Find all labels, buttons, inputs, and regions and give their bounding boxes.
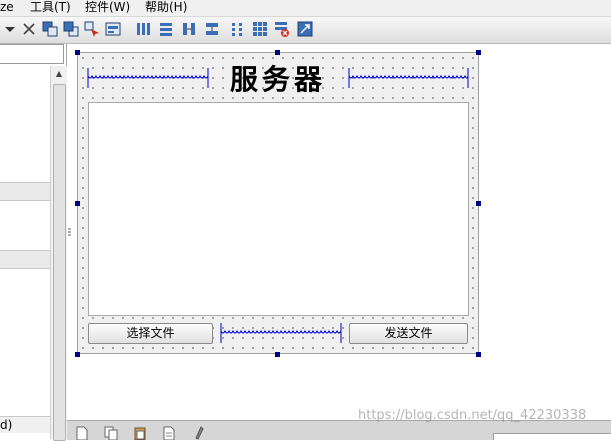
select-file-button[interactable]: 选择文件: [88, 323, 213, 344]
title-label[interactable]: 服务器: [224, 60, 332, 100]
filter-input[interactable]: [0, 44, 64, 64]
edit-buddies-icon[interactable]: [105, 21, 121, 37]
resize-handle-bottom-left[interactable]: [75, 352, 80, 357]
menu-item-help[interactable]: 帮助(H): [145, 0, 187, 15]
layout-vertical-icon[interactable]: [158, 21, 174, 37]
edit-tab-order-icon[interactable]: [84, 21, 100, 37]
layout-v-splitter-icon[interactable]: [204, 21, 220, 37]
toolbar: [0, 17, 611, 44]
menu-item-widgets[interactable]: 控件(W): [85, 0, 130, 15]
layout-grid-icon[interactable]: [252, 21, 268, 37]
tool-icon[interactable]: [193, 426, 207, 440]
document-icon[interactable]: [162, 426, 176, 440]
text-edit-area[interactable]: [88, 102, 469, 316]
close-icon[interactable]: [21, 21, 37, 37]
splitter-grip-icon[interactable]: [67, 225, 72, 239]
layout-horizontal-icon[interactable]: [135, 21, 151, 37]
left-panel-scrollbar[interactable]: ▲: [50, 66, 67, 441]
bring-to-front-icon[interactable]: [63, 21, 79, 37]
resize-handle-right[interactable]: [476, 201, 481, 206]
resize-handle-top[interactable]: [275, 50, 280, 55]
resize-handle-left[interactable]: [75, 201, 80, 206]
horizontal-spacer-right[interactable]: [348, 66, 469, 90]
copy-icon[interactable]: [104, 426, 118, 440]
menu-bar: ze 工具(T) 控件(W) 帮助(H): [0, 0, 611, 17]
resize-handle-top-left[interactable]: [75, 50, 80, 55]
layout-form-icon[interactable]: [229, 21, 245, 37]
dropdown-arrow-icon[interactable]: [2, 21, 18, 37]
resize-handle-bottom[interactable]: [275, 352, 280, 357]
horizontal-spacer-bottom[interactable]: [220, 321, 342, 345]
send-to-back-icon[interactable]: [42, 21, 58, 37]
panel-category-row[interactable]: [0, 182, 50, 201]
horizontal-spacer-left[interactable]: [87, 66, 209, 90]
paste-icon[interactable]: [133, 426, 147, 440]
send-file-button[interactable]: 发送文件: [349, 323, 468, 344]
layout-h-splitter-icon[interactable]: [181, 21, 197, 37]
adjust-size-icon[interactable]: [297, 21, 313, 37]
resize-handle-bottom-right[interactable]: [476, 352, 481, 357]
watermark-text: https://blog.csdn.net/qq_42230338: [358, 408, 587, 423]
left-panel: ▲ d): [0, 44, 67, 441]
new-file-icon[interactable]: [75, 426, 89, 440]
scrollbar-thumb[interactable]: [53, 84, 66, 441]
menu-item-analyze[interactable]: ze: [0, 0, 14, 15]
panel-category-row[interactable]: [0, 250, 50, 269]
menu-item-tools[interactable]: 工具(T): [30, 0, 71, 15]
scroll-up-icon[interactable]: ▲: [51, 66, 67, 82]
resize-handle-top-right[interactable]: [476, 50, 481, 55]
left-panel-bottom-label: d): [0, 416, 50, 433]
break-layout-icon[interactable]: [274, 21, 290, 37]
